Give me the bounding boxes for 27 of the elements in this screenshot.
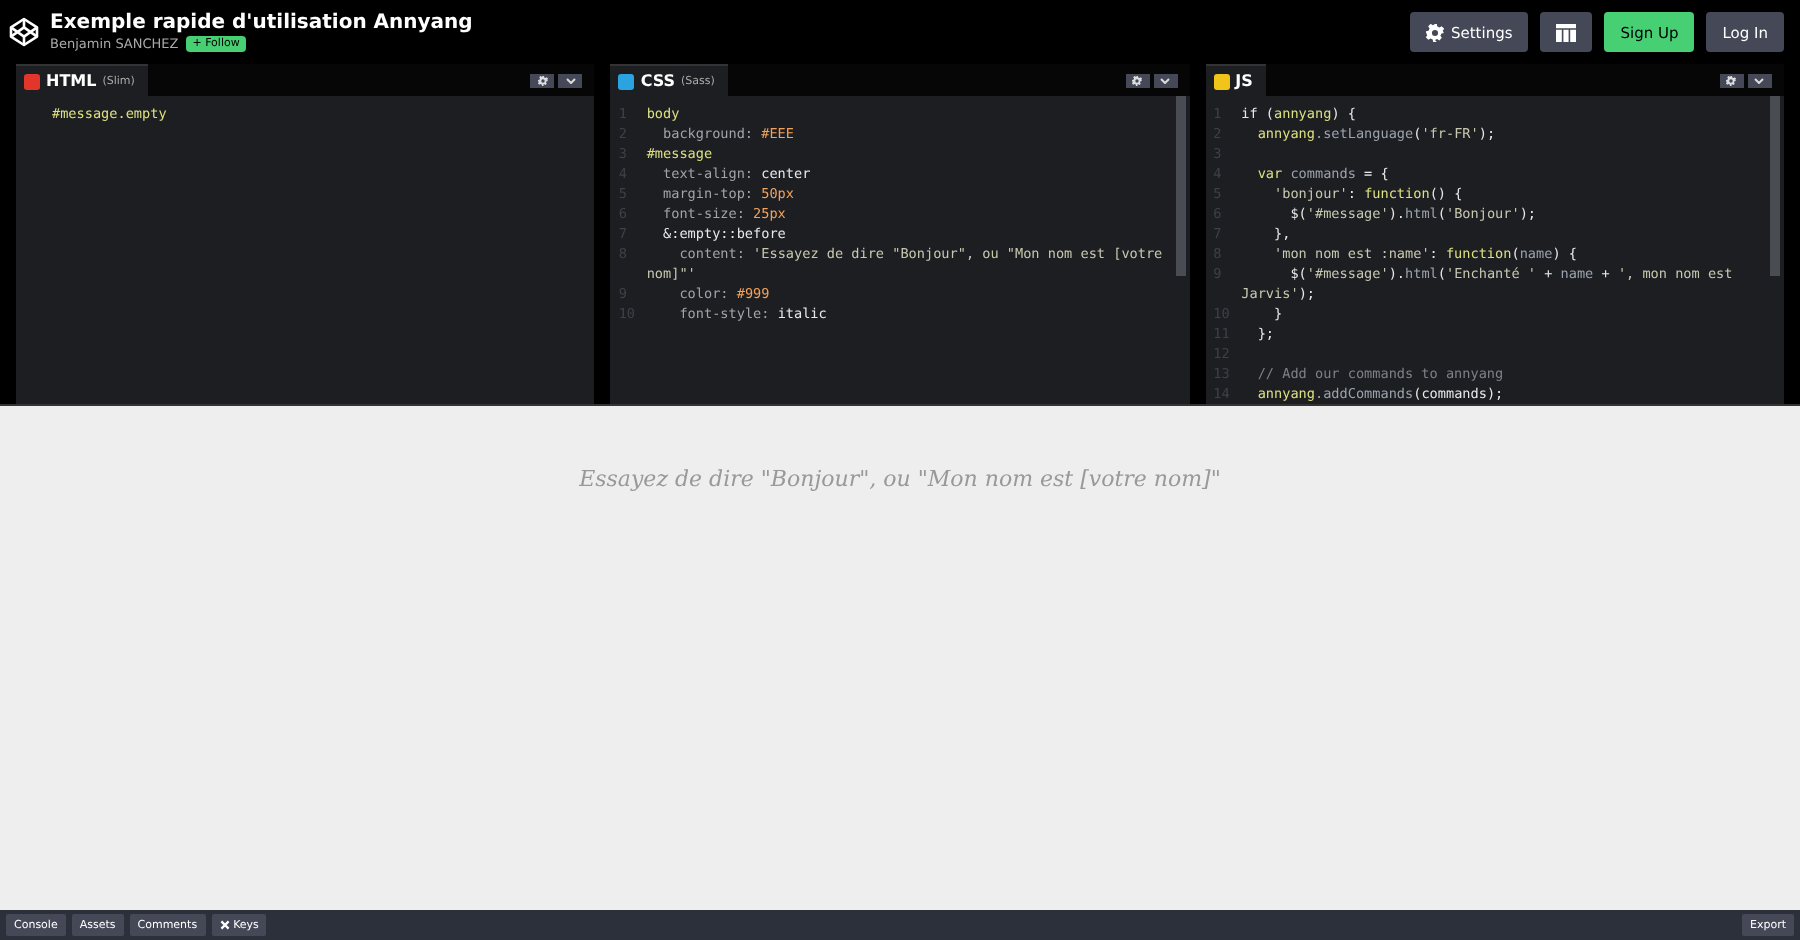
layout-button[interactable] [1540,12,1593,52]
language-label: JS [1235,72,1253,90]
settings-icon [1426,23,1445,41]
code-editor[interactable] [610,96,1190,404]
settings-icon [537,75,548,85]
dropdown-button[interactable] [1153,73,1178,87]
settings-button[interactable] [530,73,555,87]
language-label: CSS [640,72,676,90]
chevron-icon [1754,77,1765,83]
settings-icon [1132,75,1143,85]
code-editor[interactable] [1205,96,1784,404]
cube-logo-icon[interactable] [8,16,40,48]
chevron-icon [565,77,576,83]
settings-button[interactable] [1125,73,1150,87]
preview-message: Essayez de dire "Bonjour", ou "Mon nom est [votre nom]" [579,466,1221,492]
language-label: HTML [46,72,97,90]
layout-icon [1556,23,1577,41]
dropdown-button[interactable] [1747,73,1772,87]
dropdown-button[interactable] [558,73,583,87]
chevron-icon [1160,77,1171,83]
settings-button[interactable] [1719,73,1744,87]
scrollbar-thumb[interactable] [1175,96,1186,276]
scrollbar-thumb[interactable] [1769,96,1780,276]
close-icon [219,920,230,930]
editor-tab[interactable]: JS [1205,64,1267,96]
settings-icon [1726,75,1737,85]
pen-title: Exemple rapide d'utilisation Annyang [50,12,475,34]
